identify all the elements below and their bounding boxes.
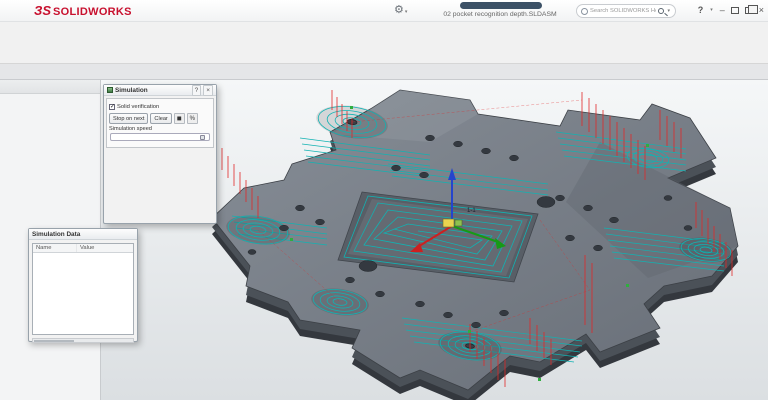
solid-verification-row[interactable]: Solid verification [109,104,211,110]
search-icon[interactable] [658,8,664,14]
simulation-body: Solid verification Stop on next Clear ◼ … [106,98,214,148]
simulation-data-title: Simulation Data [32,231,134,238]
column-name: Name [33,244,77,252]
simulation-data-scrollbar[interactable] [32,338,134,343]
help-button[interactable]: ? [698,5,704,15]
slider-thumb[interactable] [200,135,205,140]
solid-verification-checkbox[interactable] [109,104,115,110]
simulation-data-dialog: Simulation Data Name Value [28,228,138,342]
simulation-data-table: Name Value [32,243,134,335]
simulation-help-button[interactable]: ? [192,85,202,96]
simulation-dialog-icon [107,87,113,93]
ribbon-toolbar [0,22,768,64]
feature-tree-tabs [0,80,100,94]
dock-button[interactable] [731,7,739,14]
simulation-speed-label: Simulation speed [109,126,211,132]
close-button[interactable]: × [759,4,764,16]
stop-on-next-button[interactable]: Stop on next [109,113,148,124]
simulation-speed-slider[interactable] [110,133,210,141]
clear-button[interactable]: Clear [150,113,171,124]
coordsys-label: 1-1 [467,208,476,214]
main-area: 1-1 Simulation ? × Solid verification St… [0,80,768,400]
command-manager-tabs [0,64,768,80]
simulation-dialog: Simulation ? × Solid verification Stop o… [103,84,217,224]
simulation-dialog-title: Simulation [115,87,190,94]
simulation-data-toggle-icon[interactable]: % [187,113,198,124]
title-bar: ЗSSOLIDWORKS ⚙▾ 02 pocket recognition de… [0,0,768,22]
feature-tree [0,94,100,96]
simulation-data-header: Name Value [33,244,133,253]
title-accent-bar [460,2,542,9]
search-caret-icon[interactable]: ▾ [667,8,670,14]
search-placeholder: Search SOLIDWORKS Help [590,8,656,14]
search-scope-icon [581,8,588,15]
simulation-buttons-row: Stop on next Clear ◼ % [109,113,211,124]
help-caret-icon[interactable]: ▾ [710,7,713,13]
origin-marker [443,219,454,227]
column-value: Value [77,244,133,252]
help-search-box[interactable]: Search SOLIDWORKS Help ▾ [576,4,676,18]
simulation-dialog-titlebar[interactable]: Simulation ? × [104,85,216,96]
simulation-close-button[interactable]: × [203,85,213,96]
minimize-button[interactable]: – [720,4,725,16]
window-controls: ? ▾ – × [698,4,764,16]
restore-button[interactable] [745,7,753,14]
solidworks-logo: ЗSSOLIDWORKS [34,3,132,18]
simulation-data-titlebar[interactable]: Simulation Data [29,229,137,240]
solid-verification-label: Solid verification [117,104,159,110]
machine-housing-toggle-icon[interactable]: ◼ [174,113,185,124]
